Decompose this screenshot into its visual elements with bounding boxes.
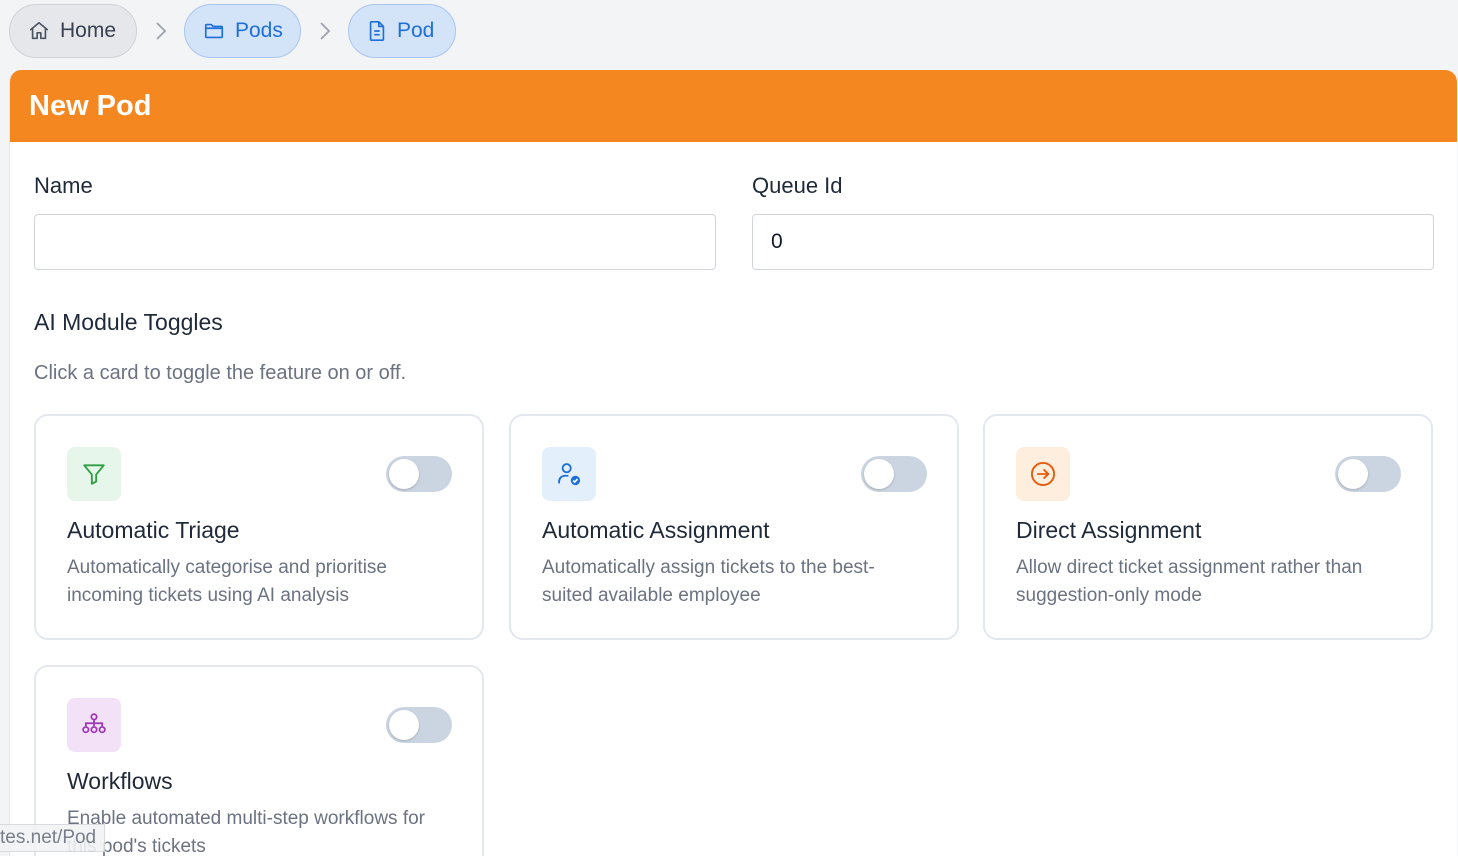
module-title: Workflows xyxy=(67,768,173,794)
page-title: New Pod xyxy=(29,89,152,122)
breadcrumb-pods[interactable]: Pods xyxy=(184,4,301,58)
toggle-knob xyxy=(1338,459,1368,489)
breadcrumb-pods-label: Pods xyxy=(235,19,283,42)
ai-module-toggles-subtitle: Click a card to toggle the feature on or… xyxy=(34,362,407,384)
chevron-right-icon xyxy=(137,20,184,42)
hierarchy-icon xyxy=(82,713,106,734)
status-bar-url: tes.net/Pod xyxy=(0,824,106,852)
card-header: New Pod xyxy=(10,70,1457,142)
ai-module-toggles-title: AI Module Toggles xyxy=(34,309,223,335)
folder-icon xyxy=(204,23,224,39)
module-title: Automatic Assignment xyxy=(542,517,770,543)
queue-id-input[interactable] xyxy=(752,214,1434,270)
module-title: Direct Assignment xyxy=(1016,517,1202,543)
new-pod-card: New Pod Name Queue Id AI Module Toggles … xyxy=(9,70,1457,856)
module-description: Automatically assign tickets to the best… xyxy=(542,557,875,606)
toggle-knob xyxy=(864,459,894,489)
module-card-direct-assignment[interactable]: Direct Assignment Allow direct ticket as… xyxy=(983,414,1433,640)
breadcrumb-home[interactable]: Home xyxy=(9,4,137,58)
user-check-icon xyxy=(558,463,581,486)
workflow-icon-box xyxy=(67,698,121,752)
document-icon xyxy=(369,21,385,41)
filter-icon xyxy=(83,464,105,485)
module-card-automatic-triage[interactable]: Automatic Triage Automatically categoris… xyxy=(34,414,484,640)
breadcrumb-pod-label: Pod xyxy=(397,19,435,42)
queue-id-label: Queue Id xyxy=(752,173,843,198)
module-description: Automatically categorise and prioritise … xyxy=(67,557,387,606)
automatic-assignment-toggle[interactable] xyxy=(861,456,927,492)
module-description: Enable automated multi-step workflows fo… xyxy=(67,808,425,856)
toggle-knob xyxy=(389,710,419,740)
name-input[interactable] xyxy=(34,214,716,270)
breadcrumb: Home Pods Pod xyxy=(9,4,456,58)
automatic-triage-toggle[interactable] xyxy=(386,456,452,492)
breadcrumb-home-label: Home xyxy=(60,19,117,42)
direct-icon-box xyxy=(1016,447,1070,501)
module-card-automatic-assignment[interactable]: Automatic Assignment Automatically assig… xyxy=(509,414,959,640)
direct-assignment-toggle[interactable] xyxy=(1335,456,1401,492)
module-title: Automatic Triage xyxy=(67,517,240,543)
name-label: Name xyxy=(34,173,93,198)
arrow-right-circle-icon xyxy=(1030,461,1056,487)
workflows-toggle[interactable] xyxy=(386,707,452,743)
home-icon xyxy=(29,21,49,40)
breadcrumb-pod[interactable]: Pod xyxy=(348,4,456,58)
assign-icon-box xyxy=(542,447,596,501)
triage-icon-box xyxy=(67,447,121,501)
module-description: Allow direct ticket assignment rather th… xyxy=(1016,557,1363,606)
toggle-knob xyxy=(389,459,419,489)
chevron-right-icon xyxy=(301,20,348,42)
